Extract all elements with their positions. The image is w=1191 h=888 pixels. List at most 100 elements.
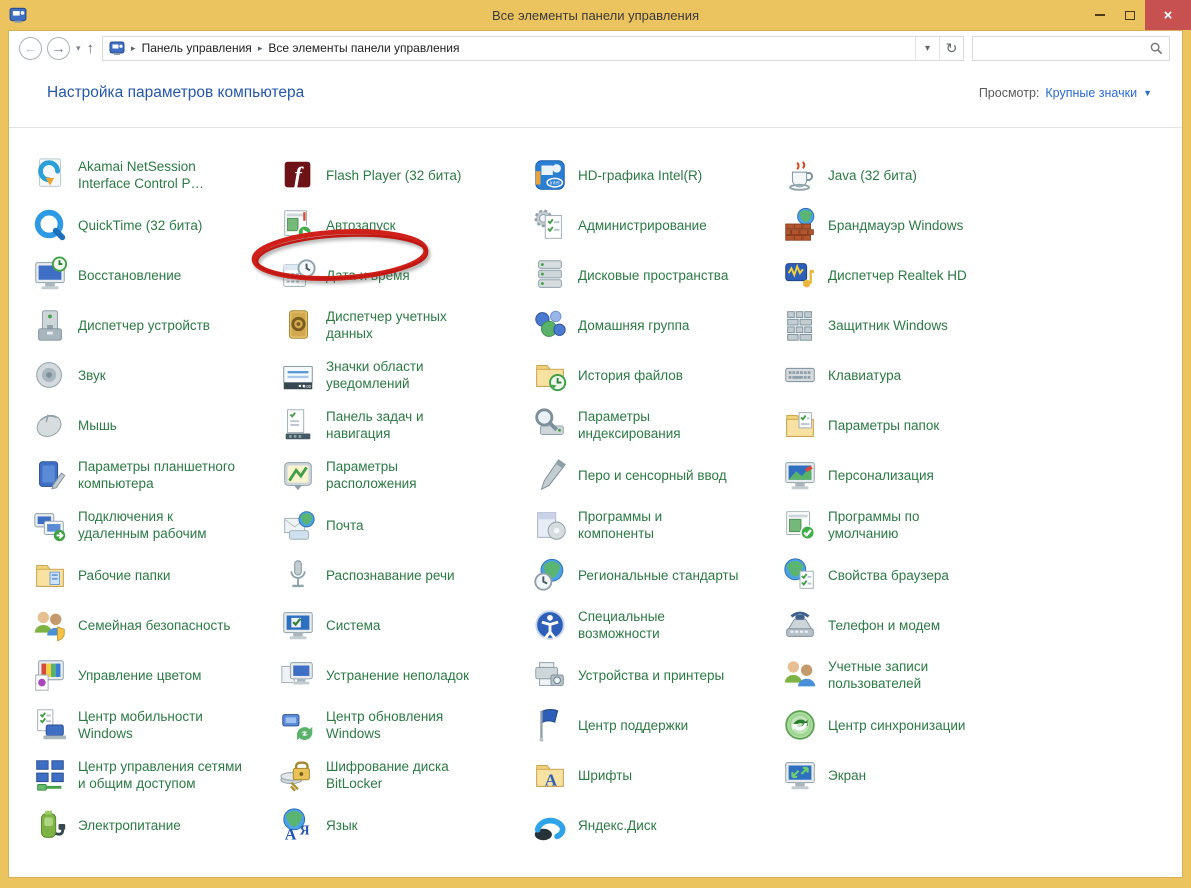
control-panel-item-date-time[interactable]: Дата и время — [279, 256, 531, 294]
control-panel-item-java[interactable]: Java (32 бита) — [781, 156, 1031, 194]
item-label: Параметры расположения — [326, 458, 417, 492]
control-panel-item-programs-features[interactable]: Программы и компоненты — [531, 506, 781, 544]
control-panel-item-ease-of-access[interactable]: Специальные возможности — [531, 606, 781, 644]
up-button[interactable]: ↑ — [87, 40, 95, 57]
fonts-icon: A — [531, 756, 569, 794]
windows-update-icon — [279, 706, 317, 744]
item-label: Яндекс.Диск — [578, 817, 657, 834]
folder-options-icon — [781, 406, 819, 444]
control-panel-item-firewall[interactable]: Брандмауэр Windows — [781, 206, 1031, 244]
control-panel-item-power-options[interactable]: Электропитание — [31, 806, 279, 844]
control-panel-item-homegroup[interactable]: Домашняя группа — [531, 306, 781, 344]
control-panel-item-color-management[interactable]: Управление цветом — [31, 656, 279, 694]
device-manager-icon — [31, 306, 69, 344]
control-panel-item-devices-printers[interactable]: Устройства и принтеры — [531, 656, 781, 694]
control-panel-item-indexing-options[interactable]: Параметры индексирования — [531, 406, 781, 444]
indexing-options-icon — [531, 406, 569, 444]
control-panel-item-storage-spaces[interactable]: Дисковые пространства — [531, 256, 781, 294]
search-input[interactable] — [979, 41, 1150, 55]
item-label: Учетные записи пользователей — [828, 658, 928, 692]
control-panel-item-region[interactable]: Региональные стандарты — [531, 556, 781, 594]
control-panel-item-sync-center[interactable]: Центр синхронизации — [781, 706, 1031, 744]
control-panel-item-taskbar-navigation[interactable]: Панель задач и навигация — [279, 406, 531, 444]
control-panel-item-sound[interactable]: Звук — [31, 356, 279, 394]
control-panel-item-flash-player[interactable]: fFlash Player (32 бита) — [279, 156, 531, 194]
maximize-button[interactable] — [1115, 0, 1145, 30]
control-panel-item-troubleshooting[interactable]: Устранение неполадок — [279, 656, 531, 694]
control-panel-item-phone-modem[interactable]: Телефон и модем — [781, 606, 1031, 644]
control-panel-item-network-sharing-center[interactable]: Центр управления сетями и общим доступом — [31, 756, 279, 794]
control-panel-item-realtek[interactable]: Диспетчер Realtek HD — [781, 256, 1031, 294]
control-panel-item-device-manager[interactable]: Диспетчер устройств — [31, 306, 279, 344]
control-panel-item-keyboard[interactable]: Клавиатура — [781, 356, 1031, 394]
control-panel-item-mail[interactable]: Почта — [279, 506, 531, 544]
view-by-dropdown[interactable]: Крупные значки — [1045, 86, 1137, 100]
control-panel-item-folder-options[interactable]: Параметры папок — [781, 406, 1031, 444]
control-panel-item-location-settings[interactable]: Параметры расположения — [279, 456, 531, 494]
address-bar[interactable]: ▸ Панель управления ▸ Все элементы панел… — [102, 36, 964, 61]
view-by-label: Просмотр: — [979, 86, 1040, 100]
control-panel-item-default-programs[interactable]: Программы по умолчанию — [781, 506, 1031, 544]
item-label: Дата и время — [326, 267, 410, 284]
svg-text:Я: Я — [300, 823, 310, 838]
credential-manager-icon — [279, 306, 317, 344]
close-button[interactable]: × — [1145, 0, 1191, 30]
control-panel-item-system[interactable]: Система — [279, 606, 531, 644]
control-panel-item-internet-options[interactable]: Свойства браузера — [781, 556, 1031, 594]
item-label: Шифрование диска BitLocker — [326, 758, 449, 792]
control-panel-item-credential-manager[interactable]: Диспетчер учетных данных — [279, 306, 531, 344]
search-icon — [1150, 42, 1163, 55]
control-panel-item-tablet-pc[interactable]: Параметры планшетного компьютера — [31, 456, 279, 494]
view-by-control: Просмотр: Крупные значки ▼ — [979, 86, 1152, 100]
address-dropdown-button[interactable]: ▾ — [915, 37, 939, 60]
breadcrumb: ▸ Панель управления ▸ Все элементы панел… — [103, 37, 915, 60]
flash-player-icon: f — [279, 156, 317, 194]
breadcrumb-current[interactable]: Все элементы панели управления — [268, 41, 459, 55]
control-panel-item-bitlocker[interactable]: Шифрование диска BitLocker — [279, 756, 531, 794]
item-label: Звук — [78, 367, 106, 384]
item-label: Мышь — [78, 417, 117, 434]
control-panel-item-remote-desktop[interactable]: Подключения к удаленным рабочим — [31, 506, 279, 544]
item-label: Программы и компоненты — [578, 508, 662, 542]
control-panel-item-mobility-center[interactable]: Центр мобильности Windows — [31, 706, 279, 744]
control-panel-item-family-safety[interactable]: Семейная безопасность — [31, 606, 279, 644]
refresh-button[interactable]: ↻ — [939, 37, 963, 60]
control-panel-item-speech-recognition[interactable]: Распознавание речи — [279, 556, 531, 594]
control-panel-window: { "window": { "title": "Все элементы пан… — [0, 0, 1191, 888]
control-panel-item-quicktime[interactable]: QuickTime (32 бита) — [31, 206, 279, 244]
breadcrumb-root[interactable]: Панель управления — [142, 41, 252, 55]
forward-icon: → — [52, 40, 66, 56]
control-panel-item-action-center[interactable]: Центр поддержки — [531, 706, 781, 744]
autoplay-icon — [279, 206, 317, 244]
control-panel-item-akamai[interactable]: Akamai NetSession Interface Control P… — [31, 156, 279, 194]
control-panel-item-pen-touch[interactable]: Перо и сенсорный ввод — [531, 456, 781, 494]
control-panel-item-windows-update[interactable]: Центр обновления Windows — [279, 706, 531, 744]
taskbar-navigation-icon — [279, 406, 317, 444]
control-panel-item-defender[interactable]: Защитник Windows — [781, 306, 1031, 344]
control-panel-item-language[interactable]: AЯЯзык — [279, 806, 531, 844]
item-label: Параметры индексирования — [578, 408, 681, 442]
control-panel-item-notification-icons[interactable]: 0:00Значки области уведомлений — [279, 356, 531, 394]
control-panel-item-admin-tools[interactable]: Администрирование — [531, 206, 781, 244]
control-panel-item-fonts[interactable]: A Шрифты — [531, 756, 781, 794]
window-title: Все элементы панели управления — [0, 8, 1191, 23]
control-panel-item-user-accounts[interactable]: Учетные записи пользователей — [781, 656, 1031, 694]
control-panel-item-yandex-disk[interactable]: Яндекс.Диск — [531, 806, 781, 844]
control-panel-item-work-folders[interactable]: Рабочие папки — [31, 556, 279, 594]
recent-pages-dropdown[interactable]: ▾ — [76, 43, 81, 54]
tablet-pc-icon — [31, 456, 69, 494]
back-button[interactable]: ← — [19, 37, 42, 60]
item-label: Шрифты — [578, 767, 632, 784]
search-box[interactable] — [972, 36, 1170, 61]
display-icon — [781, 756, 819, 794]
control-panel-item-intel-graphics[interactable]: intelHD-графика Intel(R) — [531, 156, 781, 194]
control-panel-item-file-history[interactable]: История файлов — [531, 356, 781, 394]
control-panel-item-mouse[interactable]: Мышь — [31, 406, 279, 444]
minimize-button[interactable] — [1085, 0, 1115, 30]
control-panel-item-personalization[interactable]: Персонализация — [781, 456, 1031, 494]
control-panel-item-autoplay[interactable]: Автозапуск — [279, 206, 531, 244]
forward-button[interactable]: → — [47, 37, 70, 60]
item-label: Свойства браузера — [828, 567, 949, 584]
control-panel-item-display[interactable]: Экран — [781, 756, 1031, 794]
control-panel-item-recovery[interactable]: Восстановление — [31, 256, 279, 294]
